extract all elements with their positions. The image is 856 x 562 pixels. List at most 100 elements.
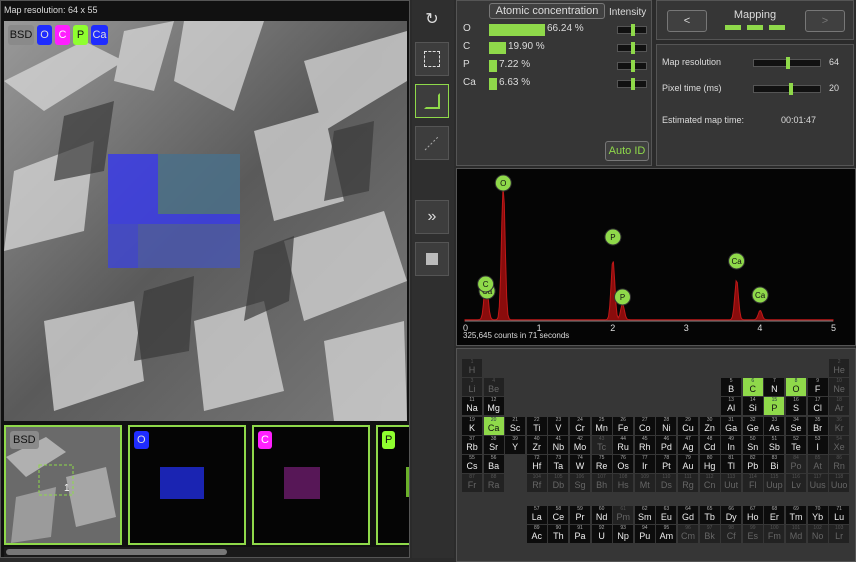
element-co[interactable]: 27 Co: [634, 416, 655, 435]
element-sc[interactable]: 21 Sc: [505, 416, 526, 435]
element-pt[interactable]: 78 Pt: [656, 455, 677, 473]
element-xe[interactable]: 54 Xe: [829, 435, 850, 454]
element-ar[interactable]: 18 Ar: [829, 397, 850, 416]
element-tb[interactable]: 65 Tb: [699, 506, 720, 525]
element-o[interactable]: 8O: [786, 378, 806, 397]
element-cf[interactable]: 98 Cf: [721, 525, 742, 544]
element-be[interactable]: 4 Be: [483, 378, 504, 397]
element-au[interactable]: 79 Au: [678, 455, 698, 473]
element-rh[interactable]: 45 Rh: [634, 435, 655, 454]
thumbnail-scrollbar[interactable]: [4, 547, 409, 557]
intensity-knob[interactable]: [631, 24, 635, 36]
element-pa[interactable]: 91 Pa: [570, 525, 590, 544]
element-s[interactable]: 16 S: [786, 397, 806, 416]
element-si[interactable]: 14 Si: [742, 397, 763, 416]
element-ag[interactable]: 47 Ag: [678, 435, 698, 454]
element-os[interactable]: 76 Os: [613, 455, 634, 473]
eds-spectrum-chart[interactable]: 012345OPPCaCaCaC: [457, 169, 855, 345]
sem-image[interactable]: BSD O C P Ca: [4, 21, 407, 421]
scrollbar-thumb[interactable]: [6, 549, 227, 555]
element-cm[interactable]: 96 Cm: [678, 525, 698, 544]
element-er[interactable]: 68 Er: [764, 506, 785, 525]
element-gd[interactable]: 64 Gd: [678, 506, 698, 525]
element-u[interactable]: 92 U: [591, 525, 612, 544]
element-c[interactable]: 6C: [742, 378, 763, 397]
mapping-next-button[interactable]: >: [805, 10, 845, 32]
element-f[interactable]: 9F: [807, 378, 828, 397]
thumb-bsd[interactable]: 1 BSD: [4, 425, 122, 545]
intensity-slider[interactable]: [617, 78, 647, 90]
element-br[interactable]: 35 Br: [807, 416, 828, 435]
element-i[interactable]: 53 I: [807, 435, 828, 454]
setting-knob[interactable]: [786, 57, 790, 69]
element-yb[interactable]: 70 Yb: [807, 506, 828, 525]
element-uuo[interactable]: 118 Uuo: [829, 474, 850, 493]
setting-slider[interactable]: [753, 57, 821, 69]
element-n[interactable]: 7N: [764, 378, 785, 397]
element-mt[interactable]: 109 Mt: [634, 474, 655, 493]
element-sb[interactable]: 51 Sb: [764, 435, 785, 454]
element-ni[interactable]: 28 Ni: [656, 416, 677, 435]
element-hg[interactable]: 80 Hg: [699, 455, 720, 473]
element-k[interactable]: 19 K: [462, 416, 482, 435]
element-bi[interactable]: 83 Bi: [764, 455, 785, 473]
element-uup[interactable]: 115 Uup: [764, 474, 785, 493]
element-fr[interactable]: 87 Fr: [462, 474, 482, 493]
atomic-concentration-header[interactable]: Atomic concentration: [489, 3, 605, 19]
element-he[interactable]: 2 He: [829, 359, 850, 377]
element-tl[interactable]: 81 Tl: [721, 455, 742, 473]
element-te[interactable]: 52 Te: [786, 435, 806, 454]
element-dy[interactable]: 66 Dy: [721, 506, 742, 525]
element-th[interactable]: 90 Th: [548, 525, 569, 544]
sem-badge-3[interactable]: P: [73, 25, 88, 45]
element-zr[interactable]: 40 Zr: [526, 435, 547, 454]
element-nb[interactable]: 41 Nb: [548, 435, 569, 454]
element-ge[interactable]: 32 Ge: [742, 416, 763, 435]
element-hf[interactable]: 72 Hf: [526, 455, 547, 473]
element-y[interactable]: 39 Y: [505, 435, 526, 454]
element-kr[interactable]: 36 Kr: [829, 416, 850, 435]
thumb-phosphorus[interactable]: P: [376, 425, 409, 545]
intensity-slider[interactable]: [617, 60, 647, 72]
element-mg[interactable]: 12 Mg: [483, 397, 504, 416]
intensity-slider[interactable]: [617, 24, 647, 36]
element-ac[interactable]: 89 Ac: [526, 525, 547, 544]
element-pm[interactable]: 61 Pm: [613, 506, 634, 525]
element-cr[interactable]: 24 Cr: [570, 416, 590, 435]
element-fl[interactable]: 114 Fl: [742, 474, 763, 493]
element-cd[interactable]: 48 Cd: [699, 435, 720, 454]
element-li[interactable]: 3 Li: [462, 378, 482, 397]
element-ru[interactable]: 44 Ru: [613, 435, 634, 454]
element-hs[interactable]: 108 Hs: [613, 474, 634, 493]
element-bh[interactable]: 107 Bh: [591, 474, 612, 493]
stop-icon[interactable]: [415, 242, 449, 276]
sem-badge-2[interactable]: C: [55, 25, 70, 45]
element-pr[interactable]: 59 Pr: [570, 506, 590, 525]
element-ca[interactable]: 20 Ca: [483, 416, 504, 435]
element-ga[interactable]: 31 Ga: [721, 416, 742, 435]
element-fe[interactable]: 26 Fe: [613, 416, 634, 435]
element-po[interactable]: 84 Po: [786, 455, 806, 473]
element-sg[interactable]: 106 Sg: [570, 474, 590, 493]
auto-id-button[interactable]: Auto ID: [605, 141, 649, 161]
element-al[interactable]: 13 Al: [721, 397, 742, 416]
fast-forward-icon[interactable]: »: [415, 200, 449, 234]
element-lu[interactable]: 71 Lu: [829, 506, 850, 525]
element-fm[interactable]: 100 Fm: [764, 525, 785, 544]
sem-badge-bsd[interactable]: BSD: [8, 25, 34, 45]
element-rf[interactable]: 104 Rf: [526, 474, 547, 493]
element-sn[interactable]: 50 Sn: [742, 435, 763, 454]
element-pd[interactable]: 46 Pd: [656, 435, 677, 454]
element-tm[interactable]: 69 Tm: [786, 506, 806, 525]
element-uut[interactable]: 113 Uut: [721, 474, 742, 493]
element-ce[interactable]: 58 Ce: [548, 506, 569, 525]
element-h[interactable]: 1H: [462, 359, 482, 377]
element-lv[interactable]: 116 Lv: [786, 474, 806, 493]
intensity-knob[interactable]: [631, 42, 635, 54]
element-na[interactable]: 11 Na: [462, 397, 482, 416]
element-rn[interactable]: 86 Rn: [829, 455, 850, 473]
element-in[interactable]: 49 In: [721, 435, 742, 454]
sem-badge-4[interactable]: Ca: [91, 25, 108, 45]
element-ho[interactable]: 67 Ho: [742, 506, 763, 525]
element-zn[interactable]: 30 Zn: [699, 416, 720, 435]
